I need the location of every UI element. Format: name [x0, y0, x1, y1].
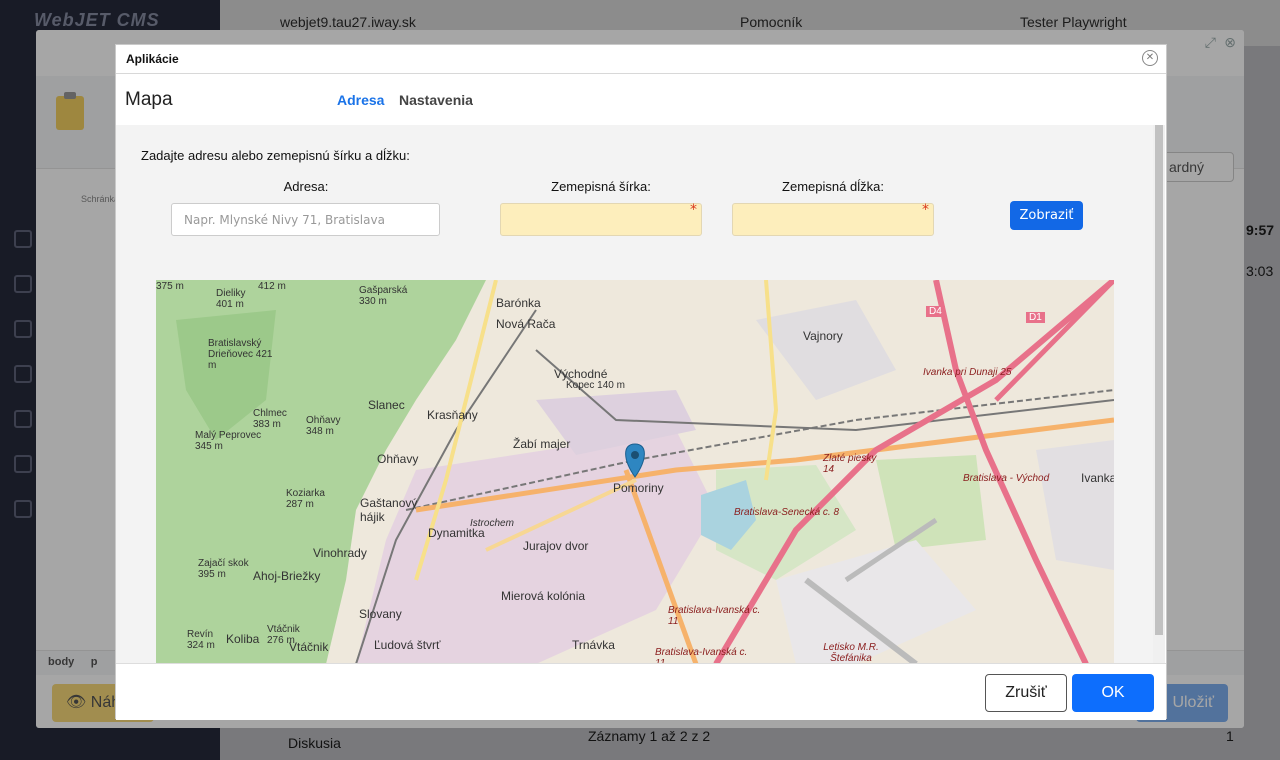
map-place: Kopec 140 m: [566, 380, 625, 391]
cancel-button[interactable]: Zrušiť: [985, 674, 1067, 712]
show-button[interactable]: Zobraziť: [1010, 201, 1083, 230]
map-place: Nová Rača: [496, 317, 556, 331]
map-peak: Bratislavský Drieňovec 421 m: [208, 338, 273, 371]
instruction-text: Zadajte adresu alebo zemepisnú šírku a d…: [141, 148, 410, 163]
map-place: Barónka: [496, 296, 541, 310]
tab-settings[interactable]: Nastavenia: [399, 92, 473, 108]
longitude-input[interactable]: *: [732, 202, 934, 236]
longitude-label: Zemepisná dĺžka:: [782, 179, 884, 194]
map-place: Ivanka: [1081, 471, 1114, 485]
map-peak: Zajačí skok 395 m: [198, 558, 249, 580]
map-place: Mierová kolónia: [501, 589, 586, 603]
map-place: Ohňavy: [377, 452, 419, 466]
scrollbar-thumb[interactable]: [1155, 125, 1163, 635]
map-place: Gaštanový hájik: [360, 496, 418, 524]
map-view[interactable]: Barónka Nová Rača Vajnory Východné Kopec…: [156, 280, 1114, 663]
app-heading: Mapa: [125, 89, 173, 110]
dialog-scrollbar[interactable]: [1153, 125, 1165, 663]
map-place: Východné: [554, 367, 608, 381]
airport-label: Letisko M.R. Štefánika: [823, 642, 879, 663]
map-place: Jurajov dvor: [523, 539, 589, 553]
map-place: Koliba: [226, 632, 260, 646]
map-peak: Revín 324 m: [187, 629, 215, 651]
latitude-input[interactable]: *: [500, 202, 702, 236]
motorway-shield: D4: [926, 306, 945, 317]
map-junction: Bratislava-Ivanská c. 11: [655, 647, 748, 663]
map-junction: Bratislava-Ivanská c. 11: [668, 605, 761, 627]
map-peak: Vtáčnik 276 m: [267, 624, 300, 646]
address-input[interactable]: Napr. Mlynské Nivy 71, Bratislava: [171, 203, 440, 236]
ok-button[interactable]: OK: [1072, 674, 1154, 712]
map-peak: Ohňavy 348 m: [306, 415, 341, 437]
map-junction: Ivanka pri Dunaji 25: [923, 367, 1012, 378]
map-place: Žabí majer: [513, 437, 571, 451]
map-peak: Gašparská 330 m: [359, 285, 408, 307]
map-place: Slovany: [359, 607, 402, 621]
map-place: Krasňany: [427, 408, 478, 422]
map-junction: Zlaté piesky 14: [823, 453, 877, 475]
required-marker: *: [690, 202, 697, 218]
map-canvas: [156, 280, 1114, 663]
map-peak: 375 m: [156, 281, 184, 292]
apps-dialog: Aplikácie ✕ Mapa Adresa Nastavenia Zadaj…: [115, 44, 1167, 720]
dialog-body: Zadajte adresu alebo zemepisnú šírku a d…: [116, 125, 1154, 663]
map-place: Ahoj-Briežky: [253, 569, 321, 583]
map-peak: Malý Peprovec 345 m: [195, 430, 262, 452]
dialog-title: Aplikácie: [126, 52, 179, 66]
dialog-close-icon[interactable]: ✕: [1142, 50, 1158, 66]
required-marker: *: [922, 202, 929, 218]
motorway-shield: D1: [1026, 312, 1045, 323]
map-marker-label: Pomoriny: [613, 481, 664, 495]
map-place: Slanec: [368, 398, 405, 412]
map-place: Trnávka: [572, 638, 615, 652]
dialog-footer: Zrušiť OK: [116, 663, 1166, 720]
map-place: Vinohrady: [313, 546, 367, 560]
map-peak: Koziarka 287 m: [286, 488, 325, 510]
map-peak: Chlmec 383 m: [253, 408, 287, 430]
map-peak: 412 m: [258, 281, 286, 292]
map-junction: Bratislava-Senecká c. 8: [734, 507, 840, 518]
dialog-header: Mapa Adresa Nastavenia: [116, 74, 1166, 125]
map-junction: Bratislava - Východ: [963, 473, 1050, 484]
tab-address[interactable]: Adresa: [337, 92, 384, 108]
map-place: Ľudová štvrť: [374, 638, 441, 652]
latitude-label: Zemepisná šírka:: [551, 179, 651, 194]
address-label: Adresa:: [283, 179, 329, 194]
map-peak: Dieliky 401 m: [216, 288, 246, 310]
dialog-titlebar: Aplikácie ✕: [116, 45, 1166, 74]
map-place: Vajnory: [803, 329, 843, 343]
map-place: Istrochem: [470, 518, 514, 529]
